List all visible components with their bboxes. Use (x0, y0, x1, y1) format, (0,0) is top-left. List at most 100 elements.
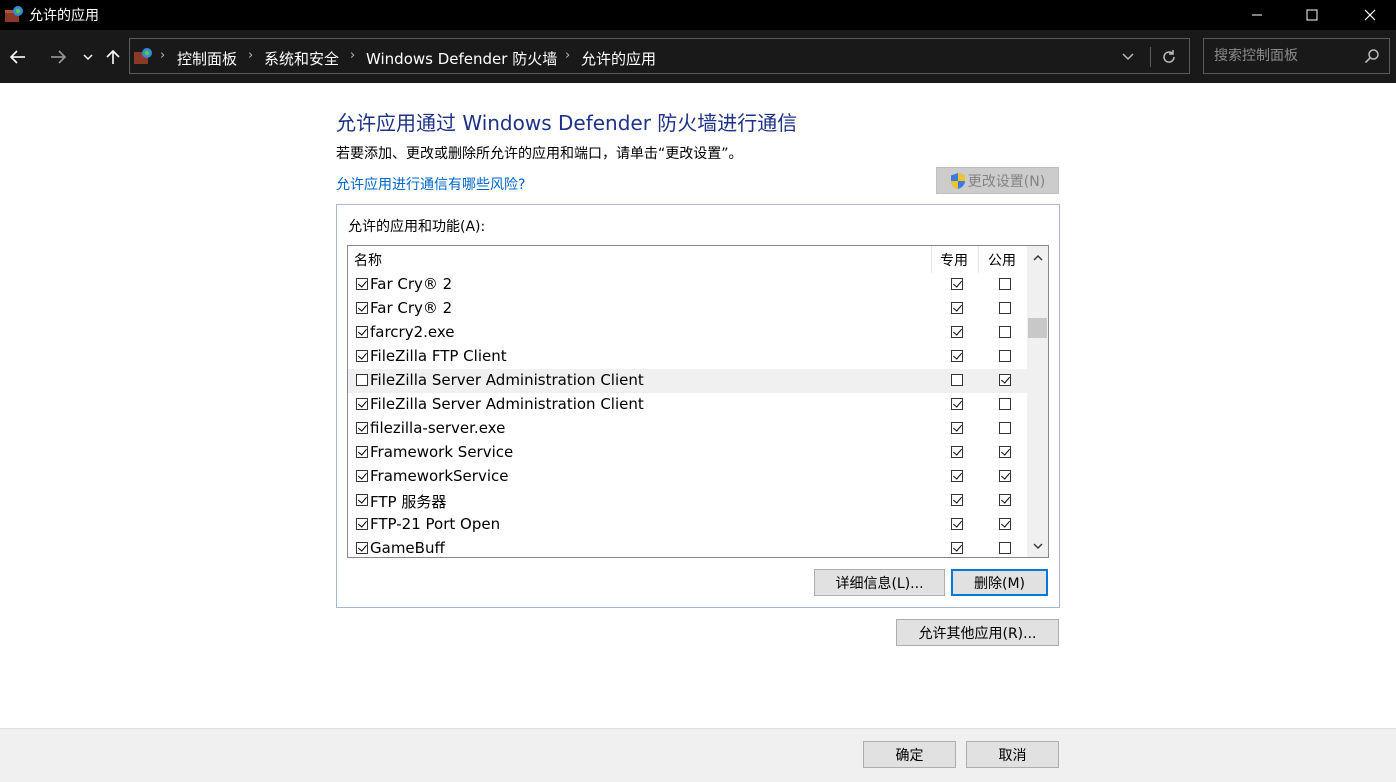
list-item[interactable]: farcry2.exe (348, 321, 1027, 345)
enabled-checkbox[interactable] (356, 302, 368, 314)
cancel-button[interactable]: 取消 (966, 741, 1059, 768)
list-item[interactable]: filezilla-server.exe (348, 417, 1027, 441)
chevron-right-icon: › (350, 48, 356, 63)
list-item[interactable]: FTP-21 Port Open (348, 513, 1027, 537)
enabled-checkbox[interactable] (356, 350, 368, 362)
public-checkbox[interactable] (999, 326, 1011, 338)
app-name: GameBuff (370, 539, 445, 557)
enabled-checkbox[interactable] (356, 518, 368, 530)
change-settings-button[interactable]: 更改设置(N) (936, 167, 1059, 194)
details-button[interactable]: 详细信息(L)... (814, 569, 945, 596)
enabled-checkbox[interactable] (356, 470, 368, 482)
refresh-button[interactable] (1150, 47, 1186, 67)
scrollbar-thumb[interactable] (1028, 318, 1047, 338)
remove-button[interactable]: 删除(M) (951, 569, 1048, 596)
maximize-icon (1306, 9, 1318, 21)
chevron-down-icon (1122, 53, 1134, 61)
private-checkbox[interactable] (951, 470, 963, 482)
minimize-button[interactable] (1234, 0, 1280, 30)
scroll-up-button[interactable] (1027, 247, 1048, 267)
close-icon (1364, 9, 1376, 21)
private-checkbox[interactable] (951, 398, 963, 410)
up-button[interactable] (102, 43, 124, 71)
enabled-checkbox[interactable] (356, 446, 368, 458)
private-checkbox[interactable] (951, 374, 963, 386)
enabled-checkbox[interactable] (356, 278, 368, 290)
private-checkbox[interactable] (951, 278, 963, 290)
private-checkbox[interactable] (951, 542, 963, 554)
private-checkbox[interactable] (951, 422, 963, 434)
column-divider[interactable] (978, 246, 979, 273)
address-dropdown-button[interactable] (1118, 48, 1138, 66)
public-checkbox[interactable] (999, 422, 1011, 434)
private-checkbox[interactable] (951, 494, 963, 506)
window-title: 允许的应用 (29, 8, 99, 24)
private-checkbox[interactable] (951, 326, 963, 338)
page-title: 允许应用通过 Windows Defender 防火墙进行通信 (336, 111, 798, 135)
breadcrumb-control-panel[interactable]: 控制面板 (177, 48, 237, 69)
enabled-checkbox[interactable] (356, 542, 368, 554)
list-item[interactable]: FTP 服务器 (348, 489, 1027, 513)
app-name: FTP 服务器 (370, 493, 447, 511)
app-name: FileZilla Server Administration Client (370, 371, 644, 389)
enabled-checkbox[interactable] (356, 494, 368, 506)
back-button[interactable] (6, 43, 30, 71)
public-checkbox[interactable] (999, 470, 1011, 482)
search-icon[interactable] (1364, 48, 1380, 64)
app-name: FTP-21 Port Open (370, 515, 501, 533)
public-checkbox[interactable] (999, 278, 1011, 290)
private-checkbox[interactable] (951, 302, 963, 314)
public-checkbox[interactable] (999, 374, 1011, 386)
public-checkbox[interactable] (999, 350, 1011, 362)
chevron-down-icon (1033, 543, 1042, 549)
public-checkbox[interactable] (999, 542, 1011, 554)
list-item[interactable]: FileZilla Server Administration Client (348, 369, 1027, 393)
list-item[interactable]: FileZilla Server Administration Client (348, 393, 1027, 417)
ok-button[interactable]: 确定 (863, 741, 956, 768)
allow-another-app-button[interactable]: 允许其他应用(R)... (896, 619, 1059, 646)
maximize-button[interactable] (1289, 0, 1335, 30)
search-box[interactable] (1203, 38, 1390, 74)
list-item[interactable]: FrameworkService (348, 465, 1027, 489)
search-input[interactable] (1212, 46, 1362, 66)
back-arrow-icon (10, 50, 25, 64)
scroll-down-button[interactable] (1027, 536, 1048, 556)
public-checkbox[interactable] (999, 398, 1011, 410)
app-name: filezilla-server.exe (370, 419, 506, 437)
enabled-checkbox[interactable] (356, 422, 368, 434)
public-checkbox[interactable] (999, 518, 1011, 530)
column-header-name[interactable]: 名称 (354, 250, 382, 270)
forward-arrow-icon (51, 50, 66, 64)
breadcrumb-allowed-apps[interactable]: 允许的应用 (581, 48, 656, 69)
chevron-right-icon: › (565, 48, 571, 63)
private-checkbox[interactable] (951, 446, 963, 458)
list-item[interactable]: Far Cry® 2 (348, 273, 1027, 297)
close-button[interactable] (1347, 0, 1393, 30)
public-checkbox[interactable] (999, 302, 1011, 314)
public-checkbox[interactable] (999, 494, 1011, 506)
list-item[interactable]: Far Cry® 2 (348, 297, 1027, 321)
enabled-checkbox[interactable] (356, 374, 368, 386)
list-item[interactable]: GameBuff (348, 537, 1027, 557)
allowed-apps-list[interactable]: 名称 专用 公用 Far Cry® 2 Far Cry® 2 farcry2.e… (347, 245, 1049, 558)
control-panel-icon (134, 48, 152, 64)
column-header-private[interactable]: 专用 (940, 250, 968, 270)
public-checkbox[interactable] (999, 446, 1011, 458)
list-item[interactable]: FileZilla FTP Client (348, 345, 1027, 369)
list-item[interactable]: Framework Service (348, 441, 1027, 465)
breadcrumb-system-security[interactable]: 系统和安全 (264, 48, 339, 69)
address-bar[interactable]: › 控制面板 › 系统和安全 › Windows Defender 防火墙 › … (129, 38, 1190, 74)
private-checkbox[interactable] (951, 518, 963, 530)
chevron-right-icon: › (160, 48, 166, 63)
breadcrumb-firewall[interactable]: Windows Defender 防火墙 (366, 48, 557, 69)
enabled-checkbox[interactable] (356, 326, 368, 338)
risk-info-link[interactable]: 允许应用进行通信有哪些风险? (336, 174, 525, 194)
private-checkbox[interactable] (951, 350, 963, 362)
forward-button[interactable] (46, 43, 70, 71)
column-header-public[interactable]: 公用 (988, 250, 1016, 270)
app-name: Far Cry® 2 (370, 299, 453, 317)
list-scrollbar[interactable] (1027, 246, 1048, 557)
enabled-checkbox[interactable] (356, 398, 368, 410)
column-divider[interactable] (931, 246, 932, 273)
recent-locations-button[interactable] (79, 43, 97, 71)
